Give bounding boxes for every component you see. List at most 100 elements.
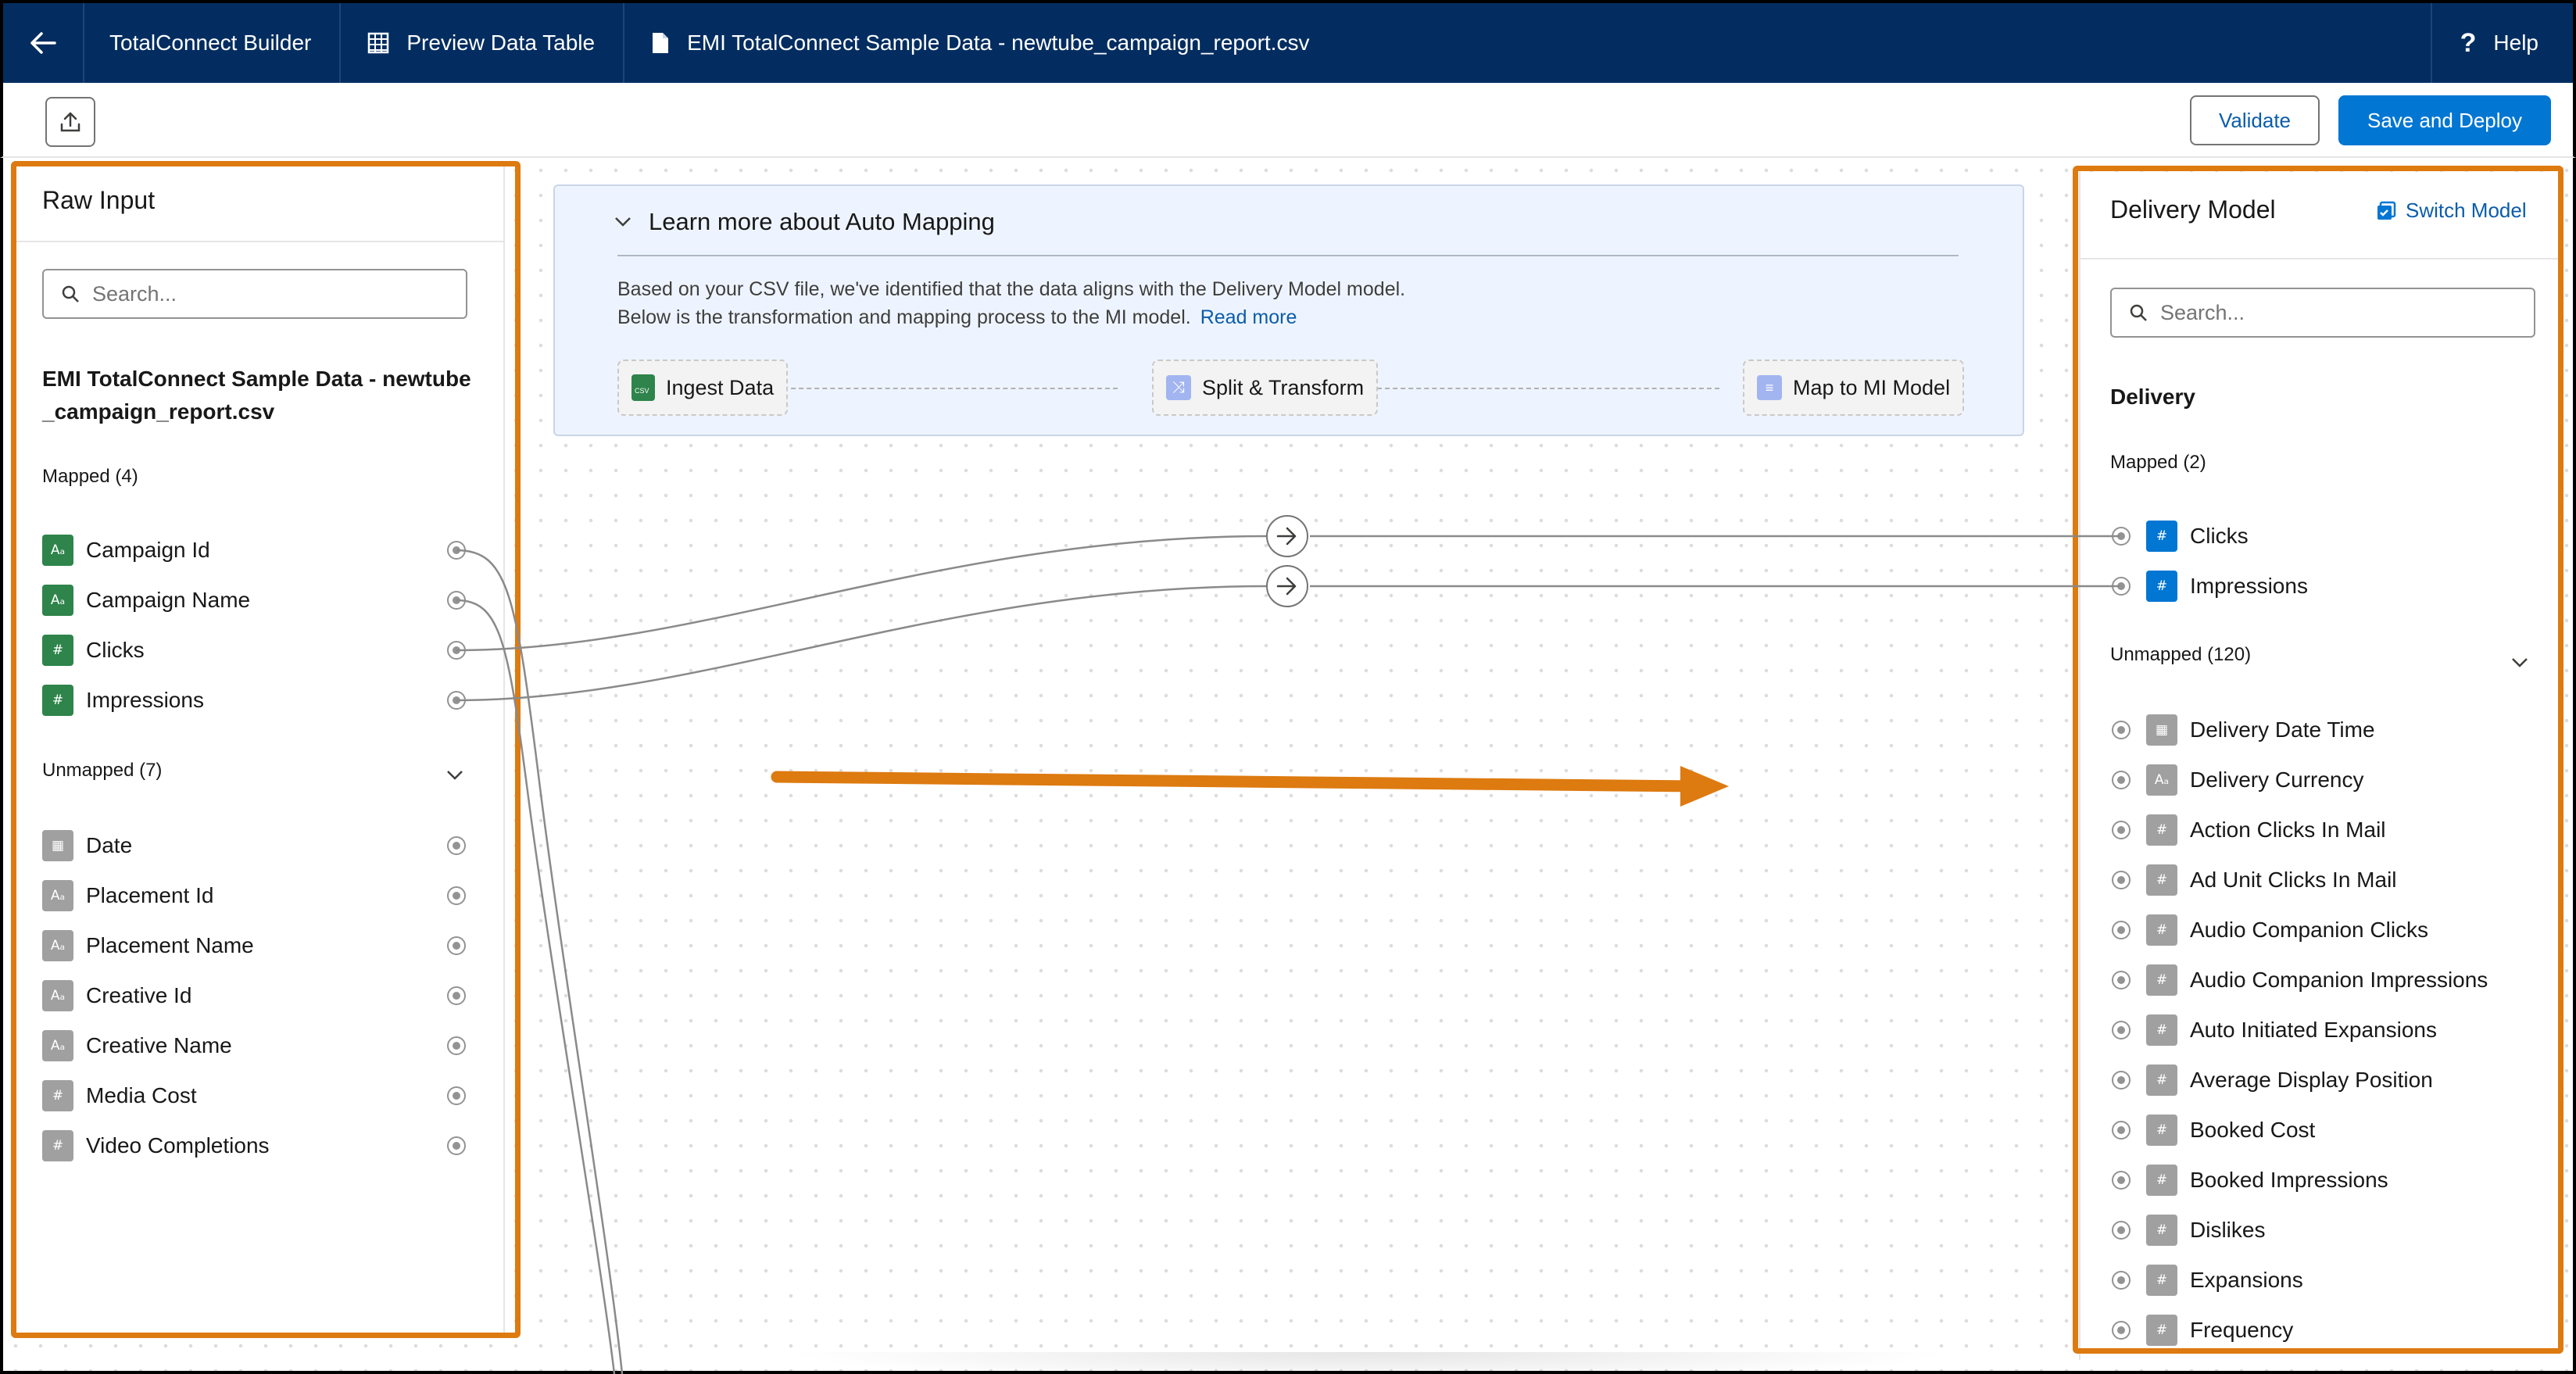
target-field-impressions[interactable]: # Impressions [2146,569,2308,603]
search-placeholder: Search... [92,281,177,306]
target-field-clicks[interactable]: # Clicks [2146,519,2249,553]
canvas-shadow [782,1352,1954,1374]
read-more-link[interactable]: Read more [1200,306,1297,328]
source-field-impressions[interactable]: # Impressions [42,683,204,717]
upload-button[interactable] [45,97,95,147]
target-field-ad-unit-clicks-in-mail[interactable]: # Ad Unit Clicks In Mail [2146,863,2397,897]
field-port[interactable] [2112,971,2131,989]
field-port[interactable] [447,936,466,955]
source-field-creative-name[interactable]: Aₐ Creative Name [42,1029,232,1063]
field-label: Expansions [2190,1268,2303,1292]
target-field-audio-companion-impressions[interactable]: # Audio Companion Impressions [2146,963,2488,997]
delivery-model-search-input[interactable]: Search... [2110,288,2535,338]
field-label: Clicks [86,638,145,662]
field-label: Audio Companion Impressions [2190,968,2488,992]
number-type-icon: # [2146,1265,2177,1296]
divider [617,255,1959,256]
transform-node-clicks[interactable] [1266,515,1308,557]
field-label: Clicks [2190,524,2249,548]
target-field-expansions[interactable]: # Expansions [2146,1263,2303,1297]
number-type-icon: # [2146,864,2177,896]
back-arrow-icon [30,32,56,54]
target-field-action-clicks-in-mail[interactable]: # Action Clicks In Mail [2146,813,2386,847]
auto-mapping-toggle[interactable]: Learn more about Auto Mapping [614,208,995,236]
field-port[interactable] [2112,1221,2131,1240]
field-port[interactable] [447,1036,466,1055]
field-port[interactable] [447,836,466,855]
app-name-label: TotalConnect Builder [109,30,312,55]
date-type-icon: ▦ [2146,714,2177,746]
csv-file-icon: CSV [631,374,655,401]
field-label: Media Cost [86,1083,197,1107]
source-field-creative-id[interactable]: Aₐ Creative Id [42,979,191,1013]
field-label: Average Display Position [2190,1068,2433,1092]
target-field-frequency[interactable]: # Frequency [2146,1313,2293,1347]
field-port[interactable] [2112,527,2131,546]
transform-node-impressions[interactable] [1266,565,1308,607]
field-port[interactable] [447,1086,466,1105]
target-field-delivery-date-time[interactable]: ▦ Delivery Date Time [2146,713,2375,747]
target-field-delivery-currency[interactable]: Aₐ Delivery Currency [2146,763,2364,797]
field-label: Date [86,833,133,857]
field-port[interactable] [447,641,466,660]
help-button[interactable]: ? Help [2430,3,2573,83]
flow-connector [775,388,1118,389]
number-type-icon: # [2146,1115,2177,1146]
back-button[interactable] [3,3,84,83]
field-label: Creative Name [86,1033,232,1057]
field-port[interactable] [2112,771,2131,789]
source-field-campaign-name[interactable]: Aₐ Campaign Name [42,583,250,617]
field-port[interactable] [2112,721,2131,739]
tab-app-name[interactable]: TotalConnect Builder [84,3,342,83]
validate-button[interactable]: Validate [2190,95,2320,145]
target-field-average-display-position[interactable]: # Average Display Position [2146,1063,2433,1097]
field-port[interactable] [2112,577,2131,596]
field-port[interactable] [2112,1271,2131,1290]
field-port[interactable] [2112,1021,2131,1039]
field-port[interactable] [2112,1121,2131,1140]
field-port[interactable] [2112,921,2131,939]
field-label: Placement Name [86,933,254,957]
field-port[interactable] [447,886,466,905]
source-field-media-cost[interactable]: # Media Cost [42,1079,197,1113]
target-field-auto-initiated-expansions[interactable]: # Auto Initiated Expansions [2146,1013,2437,1047]
number-type-icon: # [2146,1064,2177,1096]
field-port[interactable] [447,591,466,610]
raw-input-search-input[interactable]: Search... [42,269,467,319]
chevron-down-icon[interactable] [2510,657,2529,669]
field-port[interactable] [2112,1071,2131,1090]
step-map-to-mi-model: ≡ Map to MI Model [1743,360,1965,416]
field-port[interactable] [2112,1171,2131,1190]
number-type-icon: # [2146,814,2177,846]
field-port[interactable] [2112,871,2131,889]
source-field-placement-id[interactable]: Aₐ Placement Id [42,878,213,913]
switch-icon [2377,201,2396,220]
field-port[interactable] [447,691,466,710]
target-field-dislikes[interactable]: # Dislikes [2146,1213,2265,1247]
model-icon: ≡ [1757,375,1782,400]
panel-title: Delivery Model [2110,195,2276,224]
field-port[interactable] [447,986,466,1005]
field-label: Campaign Name [86,588,251,612]
source-field-clicks[interactable]: # Clicks [42,633,145,667]
field-label: Auto Initiated Expansions [2190,1018,2437,1042]
target-field-booked-cost[interactable]: # Booked Cost [2146,1113,2315,1147]
source-field-campaign-id[interactable]: Aₐ Campaign Id [42,533,210,567]
field-port[interactable] [447,1136,466,1155]
tab-current-file[interactable]: EMI TotalConnect Sample Data - newtube_c… [624,3,1340,83]
target-field-booked-impressions[interactable]: # Booked Impressions [2146,1163,2388,1197]
source-field-video-completions[interactable]: # Video Completions [42,1129,270,1163]
target-field-audio-companion-clicks[interactable]: # Audio Companion Clicks [2146,913,2428,947]
mapped-group-label: Mapped (2) [2110,452,2206,473]
field-port[interactable] [447,541,466,560]
text-type-icon: Aₐ [42,930,73,961]
chevron-down-icon[interactable] [445,769,464,782]
source-field-placement-name[interactable]: Aₐ Placement Name [42,929,254,963]
save-and-deploy-button[interactable]: Save and Deploy [2338,95,2551,145]
switch-model-button[interactable]: Switch Model [2376,199,2527,223]
tab-preview-data-table[interactable]: Preview Data Table [341,3,625,83]
source-field-date[interactable]: ▦ Date [42,828,132,863]
field-port[interactable] [2112,821,2131,839]
field-port[interactable] [2112,1321,2131,1340]
help-label: Help [2493,30,2538,55]
